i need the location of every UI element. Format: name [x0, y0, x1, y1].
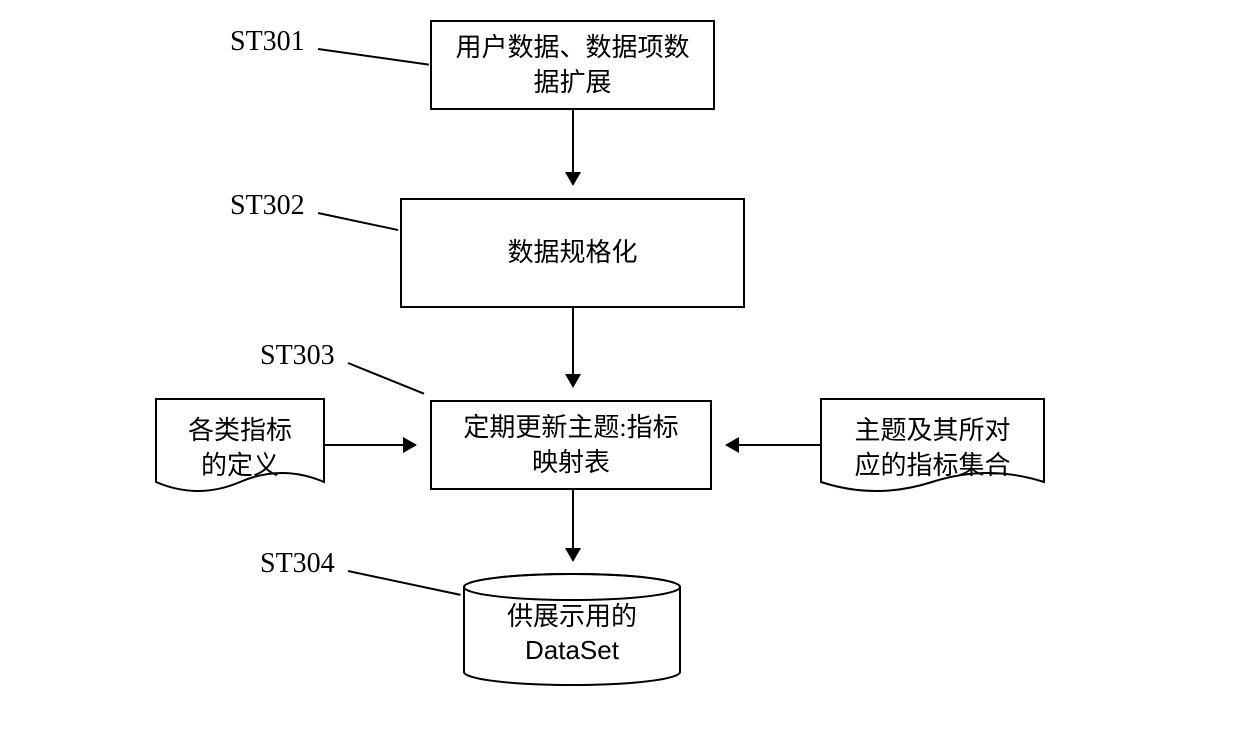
doc-left-line1: 各类指标	[188, 416, 292, 445]
cylinder-line2: DataSet	[525, 635, 619, 665]
leader-line-st301	[318, 48, 429, 66]
label-st301: ST301	[230, 26, 305, 58]
arrow-1-to-2	[572, 110, 574, 184]
label-st304: ST304	[260, 548, 335, 580]
box3-line1: 定期更新主题:指标	[463, 413, 678, 442]
arrow-2-to-3	[572, 308, 574, 386]
box1-line1: 用户数据、数据项数	[455, 33, 689, 62]
leader-line-st304	[348, 570, 461, 596]
doc-left-line2: 的定义	[201, 451, 279, 480]
label-st303: ST303	[260, 340, 335, 372]
datastore-dataset: 供展示用的 DataSet	[462, 572, 682, 687]
arrow-3-to-cylinder	[572, 490, 574, 560]
doc-right-line2: 应的指标集合	[854, 451, 1010, 480]
leader-line-st303	[348, 362, 425, 395]
arrow-rightdoc-to-box3	[727, 444, 820, 446]
box2-text: 数据规格化	[507, 235, 637, 270]
process-box-normalize: 数据规格化	[400, 198, 745, 308]
document-theme-indicator-set: 主题及其所对 应的指标集合	[820, 398, 1045, 498]
document-indicator-definitions: 各类指标 的定义	[155, 398, 325, 498]
leader-line-st302	[318, 212, 399, 231]
process-box-data-extend: 用户数据、数据项数 据扩展	[430, 20, 715, 110]
box1-line2: 据扩展	[533, 68, 611, 97]
process-box-update-mapping: 定期更新主题:指标 映射表	[430, 400, 712, 490]
box3-line2: 映射表	[532, 448, 610, 477]
label-st302: ST302	[230, 190, 305, 222]
arrow-leftdoc-to-box3	[325, 444, 415, 446]
cylinder-line1: 供展示用的	[507, 602, 637, 631]
doc-right-line1: 主题及其所对	[854, 416, 1010, 445]
